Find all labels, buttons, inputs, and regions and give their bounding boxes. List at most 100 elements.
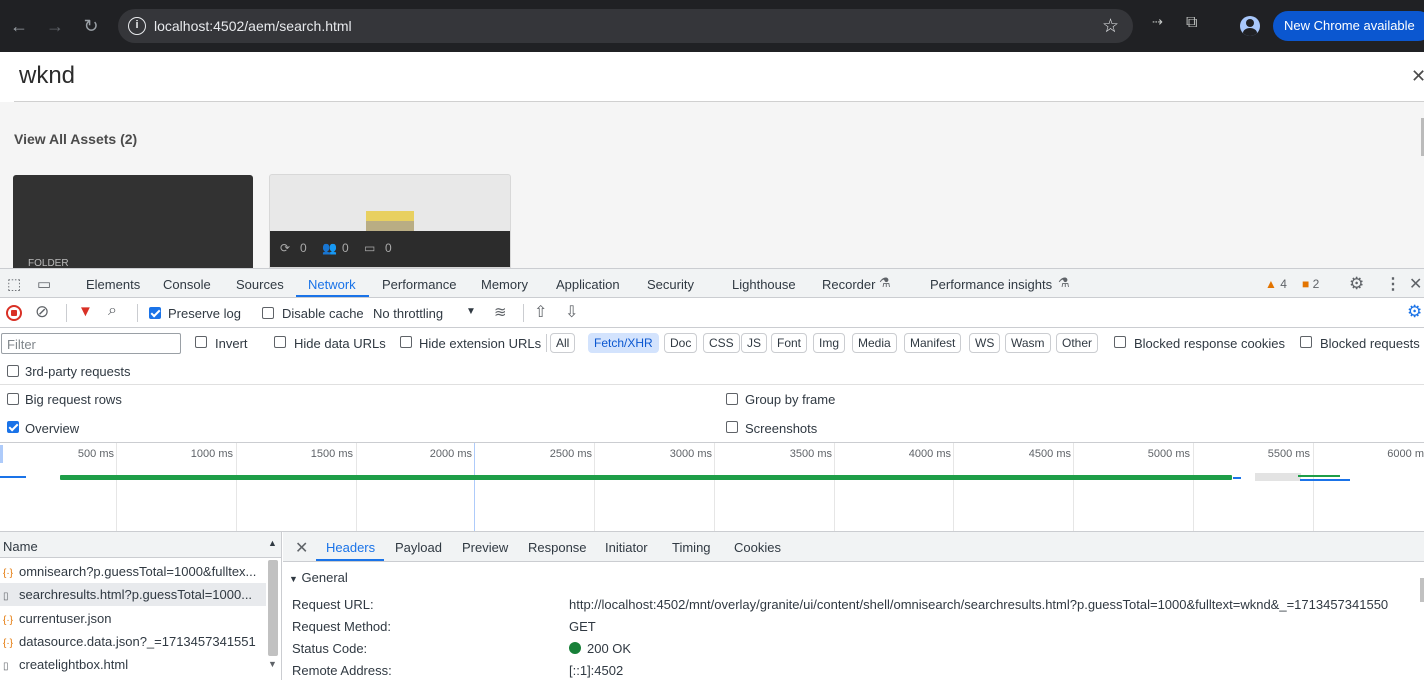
filter-input[interactable]: Filter — [1, 333, 181, 354]
tab-recorder[interactable]: Recorder — [822, 277, 875, 292]
blocked-requests-checkbox[interactable] — [1300, 336, 1312, 348]
device-toolbar-icon[interactable]: ▭ — [37, 275, 51, 293]
chevron-down-icon[interactable]: ▼ — [466, 306, 476, 317]
request-row[interactable]: {·} omnisearch?p.guessTotal=1000&fulltex.… — [0, 560, 266, 583]
network-toolbar: ⊘ ▼ ⌕ Preserve log Disable cache No thro… — [0, 298, 1424, 328]
type-filter-other[interactable]: Other — [1056, 333, 1099, 353]
name-column-header[interactable]: Name ▲ — [0, 532, 281, 558]
type-filter-css[interactable]: CSS — [703, 333, 740, 353]
general-section-header[interactable]: ▼ General — [283, 566, 1424, 588]
extensions-icon[interactable]: ⧉ — [1186, 14, 1197, 32]
timeline-gridline — [116, 443, 117, 531]
scroll-down-icon[interactable]: ▼ — [268, 659, 277, 669]
network-overview-timeline[interactable]: 500 ms 1000 ms 1500 ms 2000 ms 2500 ms 3… — [0, 442, 1424, 532]
address-bar[interactable]: i localhost:4502/aem/search.html ☆ — [118, 9, 1133, 43]
type-filter-media[interactable]: Media — [852, 333, 897, 353]
tab-cookies[interactable]: Cookies — [734, 540, 781, 555]
remote-address-value: [::1]:4502 — [569, 663, 624, 678]
tab-payload[interactable]: Payload — [395, 540, 442, 555]
type-filter-wasm[interactable]: Wasm — [1005, 333, 1051, 353]
type-filter-fetch-xhr[interactable]: Fetch/XHR — [588, 333, 659, 353]
record-stop-icon[interactable] — [6, 305, 22, 321]
issues-badge[interactable]: ■ 2 — [1302, 277, 1319, 291]
screenshots-checkbox[interactable] — [726, 421, 738, 433]
request-row[interactable]: {·} datasource.data.json?_=1713457341551 — [0, 630, 266, 653]
sync-icon[interactable]: ⇢ — [1152, 14, 1163, 30]
timeline-tick-label: 4500 ms — [1028, 448, 1071, 460]
timeline-tick-label: 500 ms — [77, 448, 114, 460]
url-text[interactable]: localhost:4502/aem/search.html — [154, 18, 352, 34]
tab-preview[interactable]: Preview — [462, 540, 508, 555]
close-details-icon[interactable]: ✕ — [295, 538, 308, 558]
import-har-icon[interactable]: ⇧ — [534, 302, 547, 322]
blocked-response-cookies-checkbox[interactable] — [1114, 336, 1126, 348]
type-filter-img[interactable]: Img — [813, 333, 846, 353]
request-row[interactable]: {·} currentuser.json — [0, 607, 266, 630]
tab-application[interactable]: Application — [556, 277, 620, 292]
type-filter-js[interactable]: JS — [741, 333, 768, 353]
inspect-element-icon[interactable]: ⬚ — [7, 275, 21, 293]
overview-checkbox[interactable] — [7, 421, 19, 433]
tab-security[interactable]: Security — [647, 277, 694, 292]
profile-avatar-icon[interactable] — [1240, 16, 1260, 36]
throttling-select[interactable]: No throttling — [373, 306, 443, 321]
warnings-badge[interactable]: ▲ 4 — [1265, 277, 1287, 291]
site-info-icon[interactable]: i — [128, 17, 146, 35]
request-row-selected[interactable]: ▯ searchresults.html?p.guessTotal=1000... — [0, 583, 266, 606]
tab-timing[interactable]: Timing — [672, 540, 711, 555]
search-icon[interactable]: ⌕ — [108, 302, 117, 320]
request-row[interactable]: ▯ createlightbox.html — [0, 653, 266, 676]
search-input[interactable]: wknd — [19, 62, 75, 90]
sort-ascending-icon[interactable]: ▲ — [268, 538, 277, 548]
disable-cache-label: Disable cache — [282, 306, 364, 321]
tab-performance-insights[interactable]: Performance insights — [930, 277, 1052, 292]
timeline-selection-handle[interactable] — [0, 445, 3, 463]
clear-icon[interactable]: ⊘ — [35, 302, 49, 322]
details-scrollbar[interactable] — [1420, 578, 1424, 602]
back-icon[interactable]: ← — [7, 14, 31, 38]
close-devtools-icon[interactable]: ✕ — [1409, 274, 1422, 294]
invert-checkbox[interactable] — [195, 336, 207, 348]
issues-count: 2 — [1312, 277, 1320, 291]
preserve-log-checkbox[interactable] — [149, 307, 161, 319]
asset-thumbnail — [366, 211, 414, 233]
bookmark-star-icon[interactable]: ☆ — [1102, 15, 1119, 38]
hide-data-urls-checkbox[interactable] — [274, 336, 286, 348]
type-filter-doc[interactable]: Doc — [664, 333, 698, 353]
type-filter-ws[interactable]: WS — [969, 333, 1001, 353]
folder-card[interactable]: FOLDER — [13, 175, 253, 269]
tab-elements[interactable]: Elements — [86, 277, 140, 292]
type-filter-all[interactable]: All — [550, 333, 576, 353]
tab-lighthouse[interactable]: Lighthouse — [732, 277, 796, 292]
tab-response[interactable]: Response — [528, 540, 587, 555]
group-by-frame-checkbox[interactable] — [726, 393, 738, 405]
tab-initiator[interactable]: Initiator — [605, 540, 648, 555]
type-filter-font[interactable]: Font — [771, 333, 808, 353]
hide-extension-urls-checkbox[interactable] — [400, 336, 412, 348]
tab-performance[interactable]: Performance — [382, 277, 456, 292]
reload-icon[interactable]: ↻ — [79, 14, 103, 38]
export-har-icon[interactable]: ⇩ — [565, 302, 578, 322]
settings-gear-icon[interactable]: ⚙ — [1349, 274, 1364, 294]
filter-icon[interactable]: ▼ — [78, 303, 93, 320]
forward-icon[interactable]: → — [43, 14, 67, 38]
asset-card[interactable]: ⟳ 0 👥 0 ▭ 0 — [269, 174, 511, 268]
request-list-scrollbar[interactable] — [268, 560, 278, 656]
view-all-assets-link[interactable]: View All Assets (2) — [14, 131, 137, 147]
status-ok-icon — [569, 642, 581, 654]
tab-headers[interactable]: Headers — [326, 540, 375, 555]
versions-count: 0 — [300, 241, 307, 255]
type-filter-manifest[interactable]: Manifest — [904, 333, 962, 353]
tab-console[interactable]: Console — [163, 277, 211, 292]
close-search-icon[interactable]: ✕ — [1411, 66, 1424, 87]
big-rows-checkbox[interactable] — [7, 393, 19, 405]
network-settings-gear-icon[interactable]: ⚙ — [1407, 302, 1422, 322]
disable-cache-checkbox[interactable] — [262, 307, 274, 319]
more-options-icon[interactable]: ⋮ — [1385, 274, 1401, 294]
tab-memory[interactable]: Memory — [481, 277, 528, 292]
update-chrome-button[interactable]: New Chrome available — [1273, 11, 1424, 41]
third-party-checkbox[interactable] — [7, 365, 19, 377]
tab-network[interactable]: Network — [308, 277, 356, 292]
network-conditions-icon[interactable]: ≋ — [494, 303, 507, 321]
tab-sources[interactable]: Sources — [236, 277, 284, 292]
